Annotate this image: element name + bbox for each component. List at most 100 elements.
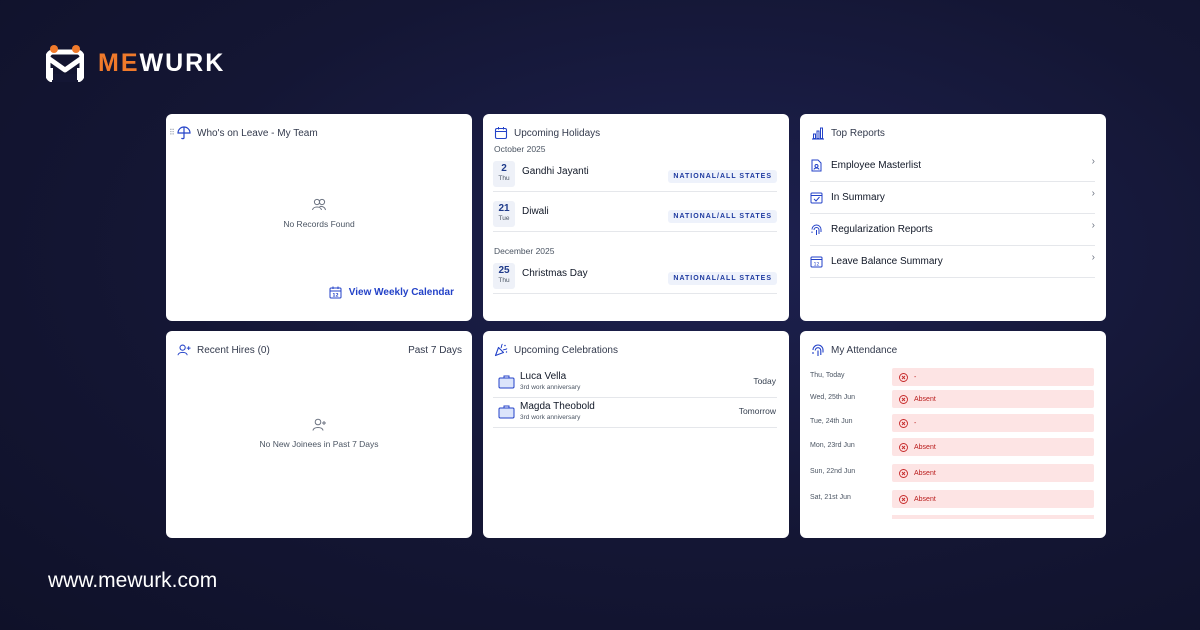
- status-text: Absent: [914, 469, 936, 477]
- report-item-in-summary[interactable]: In Summary ›: [810, 182, 1095, 214]
- celebration-row[interactable]: Magda Theobold 3rd work anniversary Tomo…: [493, 398, 777, 428]
- holiday-tag: NATIONAL/ALL STATES: [668, 272, 777, 285]
- card-title: Recent Hires (0): [197, 344, 270, 356]
- celebration-occasion: 3rd work anniversary: [520, 414, 581, 421]
- attendance-row-partial: [892, 515, 1094, 519]
- attendance-row[interactable]: Mon, 23rd Jun Absent: [810, 438, 1094, 456]
- month-label: October 2025: [494, 144, 546, 154]
- attendance-row[interactable]: Sun, 22nd Jun Absent: [810, 464, 1094, 482]
- attendance-day: Mon, 23rd Jun: [810, 442, 855, 449]
- attendance-day: Thu, Today: [810, 372, 845, 379]
- attendance-status: Absent: [892, 390, 1094, 408]
- chevron-right-icon: ›: [1091, 220, 1095, 231]
- holiday-row[interactable]: 2 Thu Gandhi Jayanti NATIONAL/ALL STATES: [493, 161, 777, 192]
- attendance-row[interactable]: Sat, 21st Jun Absent: [810, 490, 1094, 508]
- website-url[interactable]: www.mewurk.com: [48, 569, 217, 593]
- card-header: Upcoming Celebrations: [494, 342, 779, 358]
- celebration-name: Magda Theobold: [520, 401, 595, 412]
- status-text: -: [914, 373, 917, 381]
- card-title: Upcoming Holidays: [514, 127, 601, 139]
- card-title: My Attendance: [831, 344, 898, 356]
- attendance-day: Sat, 21st Jun: [810, 494, 851, 501]
- holiday-name: Christmas Day: [522, 268, 588, 279]
- document-icon: [810, 159, 823, 172]
- brand-name: MEWURK: [98, 48, 226, 77]
- status-text: Absent: [914, 443, 936, 451]
- svg-text:12: 12: [332, 293, 338, 299]
- fingerprint-icon: [810, 223, 823, 236]
- card-header: My Attendance: [811, 342, 1096, 358]
- date-day: 25: [498, 265, 510, 276]
- top-reports-card: Top Reports Employee Masterlist › In Sum…: [800, 114, 1106, 321]
- attendance-day: Sun, 22nd Jun: [810, 468, 856, 475]
- view-weekly-calendar-link[interactable]: 12 View Weekly Calendar: [329, 286, 454, 299]
- report-label: Employee Masterlist: [831, 160, 922, 171]
- card-title: Top Reports: [831, 127, 885, 139]
- empty-text: No Records Found: [283, 219, 355, 229]
- date-day: 2: [501, 163, 507, 174]
- attendance-row[interactable]: Tue, 24th Jun -: [810, 414, 1094, 432]
- report-label: Leave Balance Summary: [831, 256, 943, 267]
- holiday-tag: NATIONAL/ALL STATES: [668, 170, 777, 183]
- users-icon: [311, 197, 327, 213]
- empty-state: No New Joinees in Past 7 Days: [166, 417, 472, 449]
- chevron-right-icon: ›: [1091, 156, 1095, 167]
- date-badge: 21 Tue: [493, 201, 515, 227]
- report-item-employee-masterlist[interactable]: Employee Masterlist ›: [810, 150, 1095, 182]
- attendance-row[interactable]: Wed, 25th Jun Absent: [810, 390, 1094, 408]
- calendar-icon: [494, 126, 508, 140]
- date-weekday: Thu: [498, 175, 510, 182]
- holiday-row[interactable]: 25 Thu Christmas Day NATIONAL/ALL STATES: [493, 263, 777, 294]
- chevron-right-icon: ›: [1091, 188, 1095, 199]
- report-item-regularization-reports[interactable]: Regularization Reports ›: [810, 214, 1095, 246]
- card-header: Upcoming Holidays: [494, 125, 779, 141]
- attendance-row[interactable]: Thu, Today -: [810, 368, 1094, 386]
- x-circle-icon: [899, 372, 908, 382]
- report-label: Regularization Reports: [831, 224, 933, 235]
- empty-text: No New Joinees in Past 7 Days: [259, 439, 379, 449]
- date-range-selector[interactable]: Past 7 Days: [408, 345, 462, 356]
- svg-text:12: 12: [814, 262, 820, 268]
- status-text: Absent: [914, 395, 936, 403]
- drag-handle-icon[interactable]: ⠿: [169, 128, 175, 137]
- report-label: In Summary: [831, 192, 885, 203]
- report-item-leave-balance-summary[interactable]: 12 Leave Balance Summary ›: [810, 246, 1095, 278]
- card-header: Recent Hires (0) Past 7 Days: [177, 342, 462, 358]
- x-circle-icon: [899, 394, 908, 404]
- holiday-row[interactable]: 21 Tue Diwali NATIONAL/ALL STATES: [493, 201, 777, 232]
- x-circle-icon: [899, 468, 908, 478]
- calendar-icon: 12: [329, 286, 342, 299]
- briefcase-icon: [498, 404, 515, 419]
- user-add-icon: [177, 343, 191, 357]
- attendance-status: Absent: [892, 490, 1094, 508]
- celebration-row[interactable]: Luca Vella 3rd work anniversary Today: [493, 368, 777, 398]
- upcoming-celebrations-card: Upcoming Celebrations Luca Vella 3rd wor…: [483, 331, 789, 538]
- mewurk-logo[interactable]: MEWURK: [46, 44, 225, 82]
- attendance-status: -: [892, 414, 1094, 432]
- celebration-when: Today: [753, 376, 776, 386]
- bar-chart-icon: [811, 126, 825, 140]
- calendar-icon: 12: [810, 255, 823, 268]
- party-popper-icon: [494, 343, 508, 357]
- celebration-name: Luca Vella: [520, 371, 567, 382]
- holiday-tag: NATIONAL/ALL STATES: [668, 210, 777, 223]
- empty-state: No Records Found: [166, 197, 472, 229]
- fingerprint-icon: [811, 343, 825, 357]
- attendance-status: -: [892, 368, 1094, 386]
- mewurk-logo-icon: [46, 45, 84, 82]
- upcoming-holidays-card: Upcoming Holidays October 2025 2 Thu Gan…: [483, 114, 789, 321]
- x-circle-icon: [899, 494, 908, 504]
- date-badge: 2 Thu: [493, 161, 515, 187]
- holiday-name: Diwali: [522, 206, 549, 217]
- card-title: Who's on Leave - My Team: [197, 127, 318, 139]
- card-header: Top Reports: [811, 125, 1096, 141]
- status-text: -: [914, 419, 917, 427]
- date-weekday: Tue: [498, 215, 510, 222]
- attendance-status: Absent: [892, 438, 1094, 456]
- x-circle-icon: [899, 418, 908, 428]
- attendance-status: Absent: [892, 464, 1094, 482]
- umbrella-icon: [177, 126, 191, 140]
- date-day: 21: [498, 203, 510, 214]
- card-title: Upcoming Celebrations: [514, 344, 618, 356]
- link-label: View Weekly Calendar: [348, 287, 454, 298]
